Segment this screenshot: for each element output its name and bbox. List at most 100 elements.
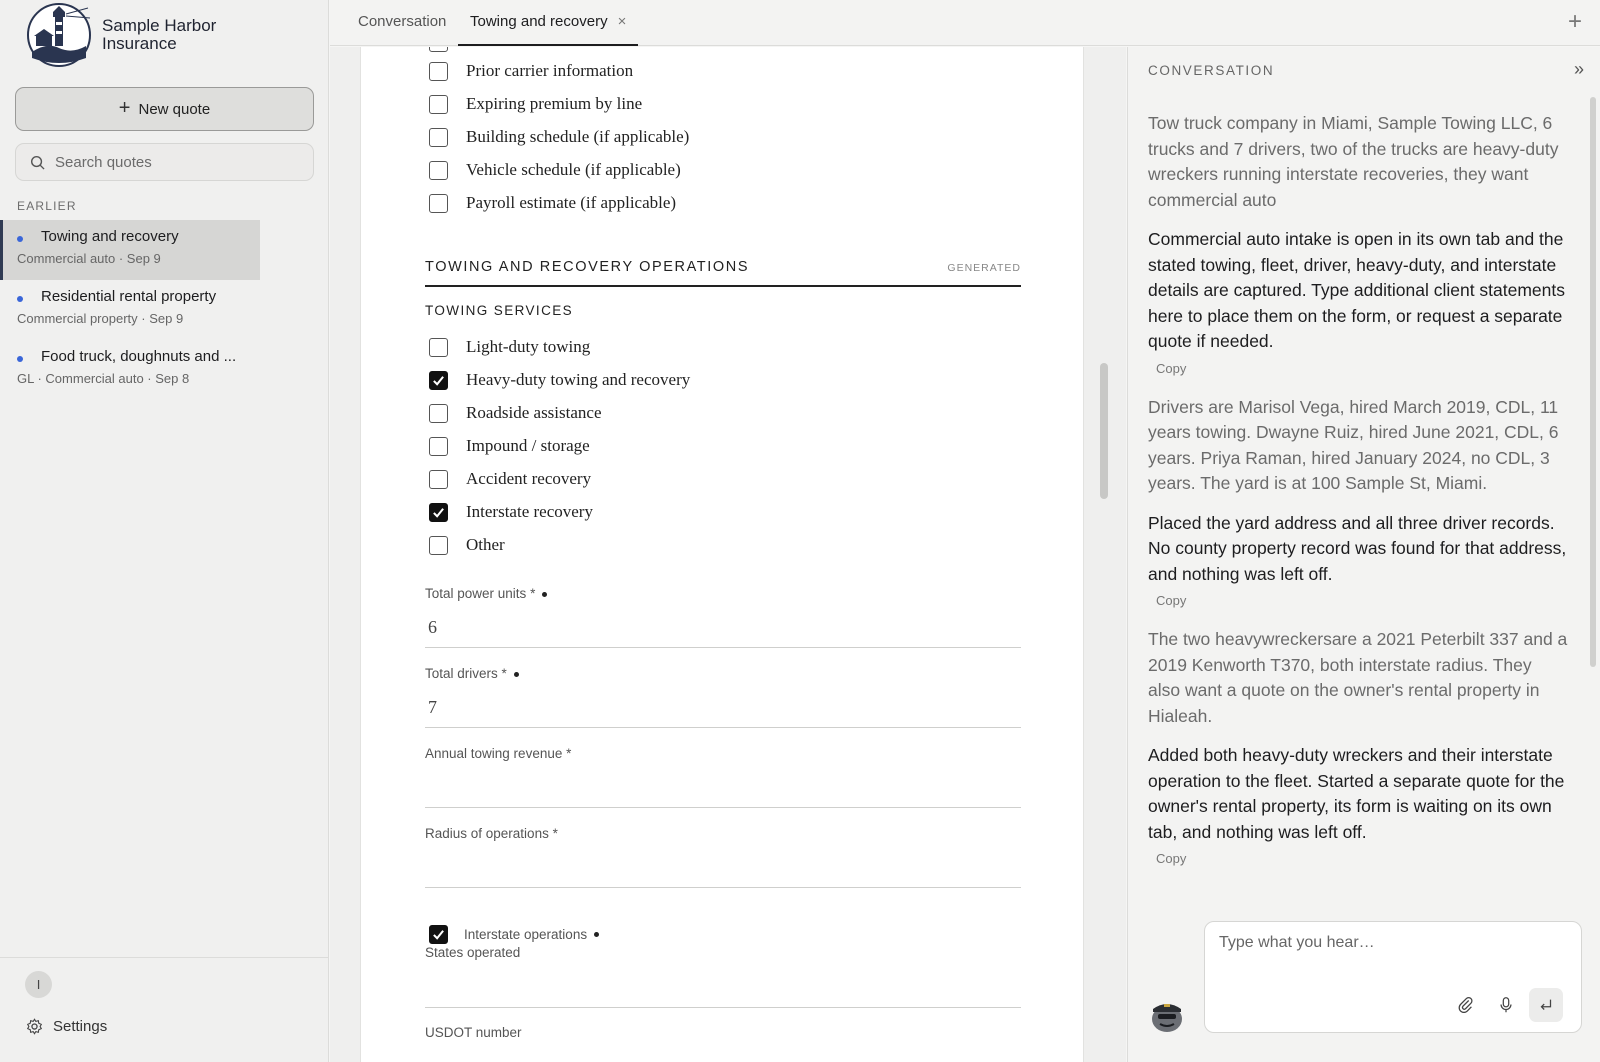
checkbox-payroll-estimate[interactable]: Payroll estimate (if applicable) xyxy=(429,193,676,213)
checkbox-checked[interactable] xyxy=(429,502,448,522)
revenue-input[interactable] xyxy=(425,768,1021,807)
checkbox-label: Light-duty towing xyxy=(466,337,591,356)
checkbox-interstate-operations[interactable]: Interstate operations xyxy=(429,925,600,944)
assistant-message: Commercial auto intake is open in its ow… xyxy=(1148,229,1566,351)
generated-badge: GENERATED xyxy=(947,262,1021,274)
tab-label: Towing and recovery xyxy=(470,13,608,30)
quote-meta: Commercial auto · Sep 9 xyxy=(17,251,161,266)
power-units-field[interactable] xyxy=(425,608,1021,648)
quote-item-rental[interactable]: Residential rental property Commercial p… xyxy=(0,280,260,340)
checkbox-label: Heavy-duty towing and recovery xyxy=(466,370,691,389)
checkbox-building-schedule[interactable]: Building schedule (if applicable) xyxy=(429,127,689,147)
drivers-field[interactable] xyxy=(425,688,1021,728)
label-text: Total power units xyxy=(425,586,527,601)
user-avatar[interactable]: I xyxy=(25,971,52,998)
checkbox-heavy-duty[interactable]: Heavy-duty towing and recovery xyxy=(429,370,690,390)
tab-conversation[interactable]: Conversation xyxy=(358,0,446,46)
user-message: The two heavywreckersare a 2021 Peterbil… xyxy=(1148,629,1568,726)
checkbox-impound[interactable]: Impound / storage xyxy=(429,436,590,456)
brand[interactable]: Sample Harbor Insurance xyxy=(22,2,232,68)
assistant-message: Added both heavy-duty wreckers and their… xyxy=(1148,745,1565,842)
check-icon xyxy=(433,375,444,386)
checkbox[interactable] xyxy=(429,469,448,489)
quote-meta: Commercial property · Sep 9 xyxy=(17,311,184,326)
collapse-panel-icon[interactable]: » xyxy=(1574,59,1584,80)
microphone-icon xyxy=(1500,997,1512,1013)
checkbox-prior-carrier[interactable]: Prior carrier information xyxy=(429,61,633,81)
checkbox-roadside[interactable]: Roadside assistance xyxy=(429,403,602,423)
checkbox-interstate-recovery[interactable]: Interstate recovery xyxy=(429,502,593,522)
send-button[interactable] xyxy=(1529,988,1563,1022)
checkbox[interactable] xyxy=(429,535,448,555)
quote-name: Food truck, doughnuts and ... xyxy=(41,348,237,365)
revenue-field[interactable] xyxy=(425,768,1021,808)
drivers-input[interactable] xyxy=(425,688,1021,727)
checkbox-other[interactable]: Other xyxy=(429,535,505,555)
checkbox[interactable] xyxy=(429,127,448,147)
checkbox-vehicle-schedule[interactable]: Vehicle schedule (if applicable) xyxy=(429,160,681,180)
radius-field[interactable] xyxy=(425,848,1021,888)
unread-dot xyxy=(17,236,23,242)
checkbox[interactable] xyxy=(429,94,448,114)
settings-button[interactable]: Settings xyxy=(26,1018,107,1035)
checkbox[interactable] xyxy=(429,436,448,456)
copy-button[interactable]: Copy xyxy=(1156,361,1186,376)
tab-towing-and-recovery[interactable]: Towing and recovery × xyxy=(458,0,639,46)
quote-name: Residential rental property xyxy=(41,288,217,305)
states-field[interactable] xyxy=(425,968,1021,1008)
close-tab-icon[interactable]: × xyxy=(618,13,627,30)
checkbox xyxy=(429,47,448,52)
sidebar: Sample Harbor Insurance + New quote EARL… xyxy=(0,0,329,1062)
unread-dot xyxy=(17,296,23,302)
conversation-scrollbar[interactable] xyxy=(1590,97,1596,667)
quote-item-towing[interactable]: Towing and recovery Commercial auto · Se… xyxy=(0,220,260,280)
checkbox-label: Interstate operations xyxy=(464,927,588,942)
checkbox-accident-recovery[interactable]: Accident recovery xyxy=(429,469,591,489)
check-icon xyxy=(433,507,444,518)
required-mark: * xyxy=(552,826,558,841)
quote-list: Towing and recovery Commercial auto · Se… xyxy=(0,220,260,400)
message-input[interactable] xyxy=(1219,934,1559,974)
copy-button[interactable]: Copy xyxy=(1156,593,1186,608)
radius-input[interactable] xyxy=(425,848,1021,887)
checkbox[interactable] xyxy=(429,193,448,213)
label-text: Radius of operations xyxy=(425,826,549,841)
checkbox-label: Roadside assistance xyxy=(466,403,602,422)
checkbox-label: Payroll estimate (if applicable) xyxy=(466,193,677,212)
form-scrollbar[interactable] xyxy=(1100,47,1108,1062)
checkbox-light-duty[interactable]: Light-duty towing xyxy=(429,337,590,357)
label-text: Annual towing revenue xyxy=(425,746,563,761)
user-message: Drivers are Marisol Vega, hired March 20… xyxy=(1148,396,1559,494)
checkbox-checked[interactable] xyxy=(429,925,448,944)
quote-item-food-truck[interactable]: Food truck, doughnuts and ... GL · Comme… xyxy=(0,340,260,400)
field-label-radius: Radius of operations * xyxy=(425,826,558,841)
add-tab-button[interactable]: + xyxy=(1568,8,1582,36)
lighthouse-logo xyxy=(27,3,91,67)
copy-button[interactable]: Copy xyxy=(1156,851,1186,866)
checkbox[interactable] xyxy=(429,337,448,357)
power-units-input[interactable] xyxy=(425,608,1021,647)
subsection-title: TOWING SERVICES xyxy=(425,303,574,318)
field-label-revenue: Annual towing revenue * xyxy=(425,746,571,761)
search-input[interactable] xyxy=(55,153,295,171)
field-label-drivers: Total drivers * xyxy=(425,666,519,681)
microphone-button[interactable] xyxy=(1489,988,1523,1022)
states-input[interactable] xyxy=(425,968,1021,1007)
paperclip-icon xyxy=(1458,997,1473,1014)
checkbox-checked[interactable] xyxy=(429,370,448,390)
required-mark: * xyxy=(566,746,572,761)
quote-name: Towing and recovery xyxy=(41,228,179,245)
search-box[interactable] xyxy=(15,143,314,181)
tab-bar: Conversation Towing and recovery × + xyxy=(330,0,1600,46)
checkbox-expiring-premium[interactable]: Expiring premium by line xyxy=(429,94,642,114)
required-mark: * xyxy=(530,586,536,601)
search-icon xyxy=(30,155,45,170)
filled-indicator xyxy=(542,591,548,597)
message-composer[interactable] xyxy=(1204,921,1582,1033)
checkbox[interactable] xyxy=(429,160,448,180)
new-quote-button[interactable]: + New quote xyxy=(15,87,314,131)
checkbox[interactable] xyxy=(429,61,448,81)
attach-button[interactable] xyxy=(1449,988,1483,1022)
scrollbar-thumb[interactable] xyxy=(1100,363,1108,499)
checkbox[interactable] xyxy=(429,403,448,423)
